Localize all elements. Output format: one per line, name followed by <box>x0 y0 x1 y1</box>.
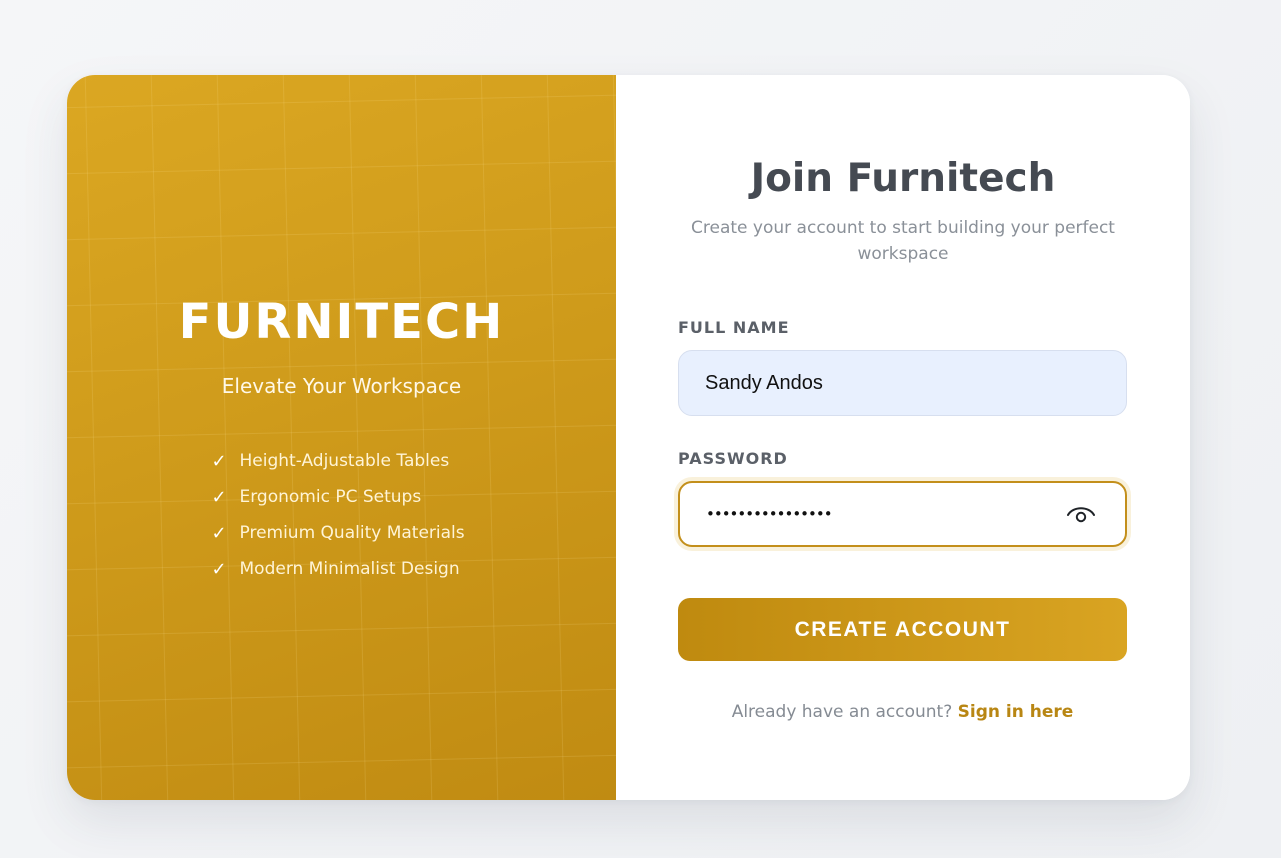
page-subtitle: Create your account to start building yo… <box>691 218 1115 264</box>
check-icon: ✓ <box>211 522 227 544</box>
page-title: Join Furnitech <box>750 156 1056 201</box>
brand-tagline: Elevate Your Workspace <box>221 374 462 398</box>
check-icon: ✓ <box>211 450 227 472</box>
brand-panel: FURNITECH Elevate Your Workspace ✓ Heigh… <box>67 75 616 800</box>
check-icon: ✓ <box>211 558 227 580</box>
feature-item: ✓ Premium Quality Materials <box>212 515 472 551</box>
password-field-box <box>678 481 1127 547</box>
check-icon: ✓ <box>211 486 227 508</box>
signup-card: FURNITECH Elevate Your Workspace ✓ Heigh… <box>67 75 1190 800</box>
feature-label: Premium Quality Materials <box>239 523 465 543</box>
full-name-field-box <box>678 350 1127 416</box>
feature-list: ✓ Height-Adjustable Tables ✓ Ergonomic P… <box>212 443 472 587</box>
feature-label: Height-Adjustable Tables <box>239 451 450 471</box>
password-input[interactable] <box>680 483 1125 545</box>
eye-icon <box>1067 507 1095 523</box>
feature-item: ✓ Ergonomic PC Setups <box>212 479 472 515</box>
full-name-input[interactable] <box>679 351 1126 415</box>
feature-label: Modern Minimalist Design <box>239 559 460 579</box>
signin-prompt-text: Already have an account? <box>731 702 953 722</box>
form-panel: Join Furnitech Create your account to st… <box>616 75 1190 800</box>
brand-content: FURNITECH Elevate Your Workspace ✓ Heigh… <box>67 292 616 587</box>
create-account-button[interactable]: CREATE ACCOUNT <box>678 598 1127 661</box>
signin-prompt-row: Already have an account? Sign in here <box>678 702 1127 722</box>
feature-label: Ergonomic PC Setups <box>239 487 422 507</box>
feature-item: ✓ Height-Adjustable Tables <box>212 443 472 479</box>
password-visibility-toggle[interactable] <box>1065 503 1097 527</box>
brand-logo-text: FURNITECH <box>178 294 505 350</box>
password-label: PASSWORD <box>678 449 788 468</box>
full-name-label: FULL NAME <box>678 318 790 337</box>
sign-in-link[interactable]: Sign in here <box>958 702 1074 722</box>
feature-item: ✓ Modern Minimalist Design <box>212 551 472 587</box>
